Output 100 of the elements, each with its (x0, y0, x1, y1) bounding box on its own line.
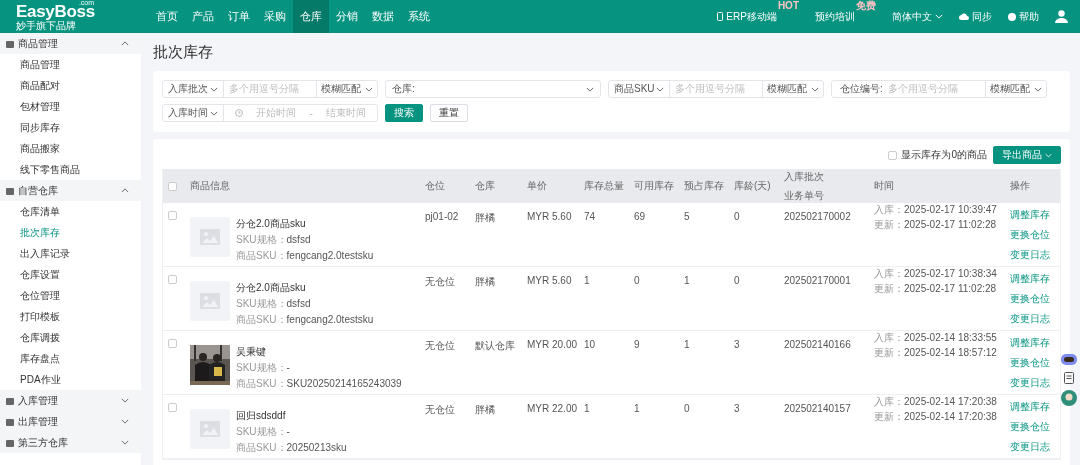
table-cell: 0 (629, 267, 679, 331)
table-cell: 胖橘 (470, 395, 522, 459)
table-cell: pj01-02 (420, 203, 470, 267)
update-time: 更新：2025-02-17 11:02:28 (874, 282, 998, 296)
robot-icon[interactable] (1060, 352, 1078, 366)
action-link[interactable]: 变更日志 (1010, 440, 1060, 454)
column-header: 库龄(天) (729, 169, 779, 203)
sidebar-item[interactable]: 库存盘点 (0, 348, 141, 369)
table-cell: 5 (679, 203, 729, 267)
sidebar-item[interactable]: 批次库存 (0, 222, 141, 243)
table-cell: 3 (729, 395, 779, 459)
table-cell: 1 (629, 395, 679, 459)
promo-label: HOT (777, 0, 799, 11)
action-link[interactable]: 调整库存 (1010, 272, 1060, 286)
sidebar-item[interactable]: 打印模板 (0, 306, 141, 327)
promo-label: 免费 (856, 0, 876, 11)
avatar-icon[interactable] (1061, 390, 1077, 406)
checkbox[interactable] (168, 275, 177, 284)
column-header: 仓位 (420, 169, 470, 203)
action-link[interactable]: 更换仓位 (1010, 228, 1060, 242)
language-dropdown[interactable]: 简体中文 (892, 9, 943, 24)
product-name: 分仓2.0商品sku (236, 281, 307, 295)
header-link[interactable]: 同步 (959, 9, 992, 24)
table-cell: 0 (729, 203, 779, 267)
sidebar-item[interactable]: 仓位管理 (0, 285, 141, 306)
sidebar-item[interactable]: 出入库记录 (0, 243, 141, 264)
export-button[interactable]: 导出商品 (993, 146, 1061, 164)
header-link[interactable]: ERP移动端 (717, 9, 777, 24)
nav-tab[interactable]: 首页 (149, 0, 185, 33)
header-link[interactable]: 帮助 (1008, 9, 1039, 24)
checkbox[interactable] (168, 211, 177, 220)
action-link[interactable]: 调整库存 (1010, 208, 1060, 222)
phone-icon (717, 12, 724, 21)
nav-tab[interactable]: 分销 (329, 0, 365, 33)
chevron-down-icon (1045, 152, 1052, 158)
column-header: 时间 (869, 169, 1005, 203)
nav-tab[interactable]: 系统 (401, 0, 437, 33)
document-icon[interactable] (1064, 372, 1074, 384)
table-cell: 1 (679, 267, 729, 331)
product-name: 回归sdsddf (236, 409, 287, 423)
sidebar-item[interactable]: 线下零售商品 (0, 159, 141, 180)
action-link[interactable]: 调整库存 (1010, 400, 1060, 414)
checkbox[interactable] (168, 339, 177, 348)
table-cell: MYR 22.00 (522, 395, 579, 459)
action-link[interactable]: 更换仓位 (1010, 356, 1060, 370)
action-link[interactable]: 调整库存 (1010, 336, 1060, 350)
table-cell: 10 (579, 331, 629, 395)
nav-tab[interactable]: 产品 (185, 0, 221, 33)
reset-button[interactable]: 重置 (430, 104, 468, 122)
sidebar-item[interactable]: 商品搬家 (0, 138, 141, 159)
sidebar-item[interactable]: 包材管理 (0, 96, 141, 117)
sidebar-item[interactable]: 同步库存 (0, 117, 141, 138)
sidebar-item[interactable]: 商品配对 (0, 75, 141, 96)
table-cell: 胖橘 (470, 267, 522, 331)
nav-tab[interactable]: 采购 (257, 0, 293, 33)
table-cell: 202502140166 (779, 331, 869, 395)
sidebar-item[interactable]: PDA作业 (0, 369, 141, 390)
action-link[interactable]: 变更日志 (1010, 312, 1060, 326)
table-cell: 202502170002 (779, 203, 869, 267)
nav-tab[interactable]: 订单 (221, 0, 257, 33)
checkbox[interactable] (168, 403, 177, 412)
user-icon[interactable] (1055, 10, 1068, 23)
sku-spec: SKU规格：- (236, 425, 291, 439)
nav-tab[interactable]: 数据 (365, 0, 401, 33)
warehouse-select[interactable]: 仓库: (386, 81, 600, 97)
checkbox[interactable] (168, 181, 177, 191)
product-name: 吴秉键 (236, 345, 267, 359)
product-sku: 商品SKU：fengcang2.0testsku (236, 313, 374, 327)
nav-tab[interactable]: 仓库 (293, 0, 329, 33)
update-time: 更新：2025-02-17 11:02:28 (874, 218, 998, 232)
table-cell: MYR 5.60 (522, 203, 579, 267)
show-zero-checkbox[interactable]: 显示库存为0的商品 (888, 148, 987, 162)
table-cell: 默认仓库 (470, 331, 522, 395)
checkbox[interactable] (888, 150, 898, 160)
action-link[interactable]: 更换仓位 (1010, 420, 1060, 434)
product-sku: 商品SKU：fengcang2.0testsku (236, 249, 374, 263)
table-cell: 69 (629, 203, 679, 267)
sidebar-item[interactable]: 商品管理 (0, 54, 141, 75)
search-button[interactable]: 搜索 (385, 104, 423, 122)
column-header: 库存总量 (579, 169, 629, 203)
column-header: 仓库 (470, 169, 522, 203)
update-time: 更新：2025-02-14 18:57:12 (874, 346, 998, 360)
sidebar-item[interactable]: 仓库设置 (0, 264, 141, 285)
action-link[interactable]: 变更日志 (1010, 376, 1060, 390)
table-cell: 0 (729, 267, 779, 331)
sidebar-group[interactable]: 第三方仓库 (0, 432, 141, 453)
action-link[interactable]: 更换仓位 (1010, 292, 1060, 306)
sidebar-group[interactable]: 出库管理 (0, 411, 141, 432)
header-link[interactable]: 预约培训 (815, 9, 855, 24)
table-cell: 1 (679, 331, 729, 395)
table-cell: 无仓位 (420, 267, 470, 331)
sidebar-group[interactable]: 商品管理 (0, 33, 141, 54)
sidebar-item[interactable]: 仓库清单 (0, 201, 141, 222)
page-title: 批次库存 (153, 43, 214, 62)
sidebar-group[interactable]: 入库管理 (0, 390, 141, 411)
sku-spec: SKU规格：dsfsd (236, 297, 312, 311)
inbound-time: 入库：2025-02-17 10:38:34 (874, 267, 998, 281)
sidebar-group[interactable]: 自营仓库 (0, 180, 141, 201)
action-link[interactable]: 变更日志 (1010, 248, 1060, 262)
sidebar-item[interactable]: 仓库调拨 (0, 327, 141, 348)
